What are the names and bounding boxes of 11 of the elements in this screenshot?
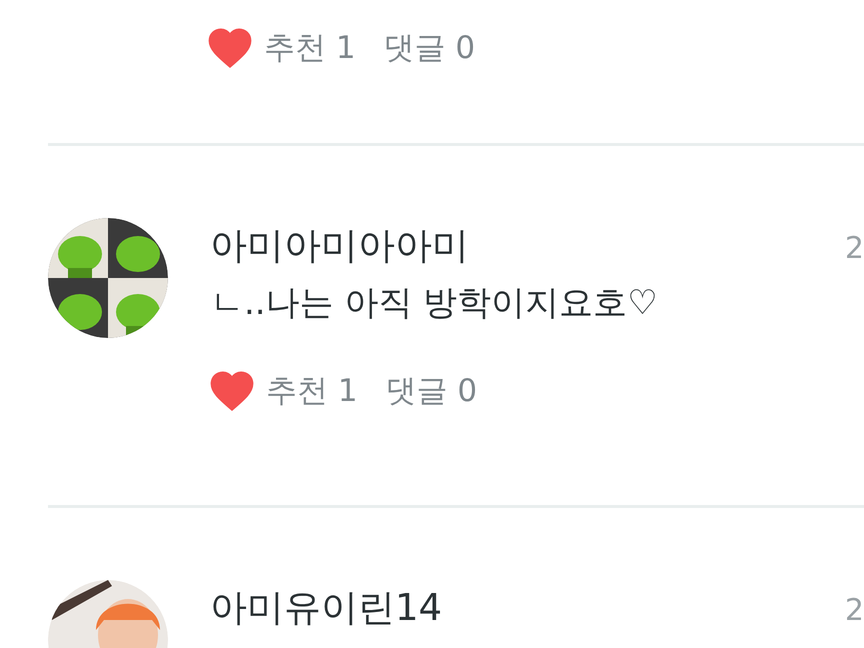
- reply-count[interactable]: 댓글 0: [386, 368, 478, 414]
- comment-text: ㄴ..나는 아직 방학이지요호♡: [210, 282, 658, 325]
- comment-time: 2: [844, 592, 864, 630]
- heart-icon[interactable]: [210, 371, 254, 412]
- author-name[interactable]: 아미유이린14: [210, 578, 442, 638]
- reply-count[interactable]: 댓글 0: [384, 25, 476, 72]
- comment-time: 2: [844, 230, 864, 268]
- heart-icon[interactable]: [208, 28, 252, 68]
- recommend-count[interactable]: 추천 1: [264, 25, 356, 72]
- author-name[interactable]: 아미아미아아미: [210, 216, 658, 276]
- recommend-count[interactable]: 추천 1: [266, 368, 358, 414]
